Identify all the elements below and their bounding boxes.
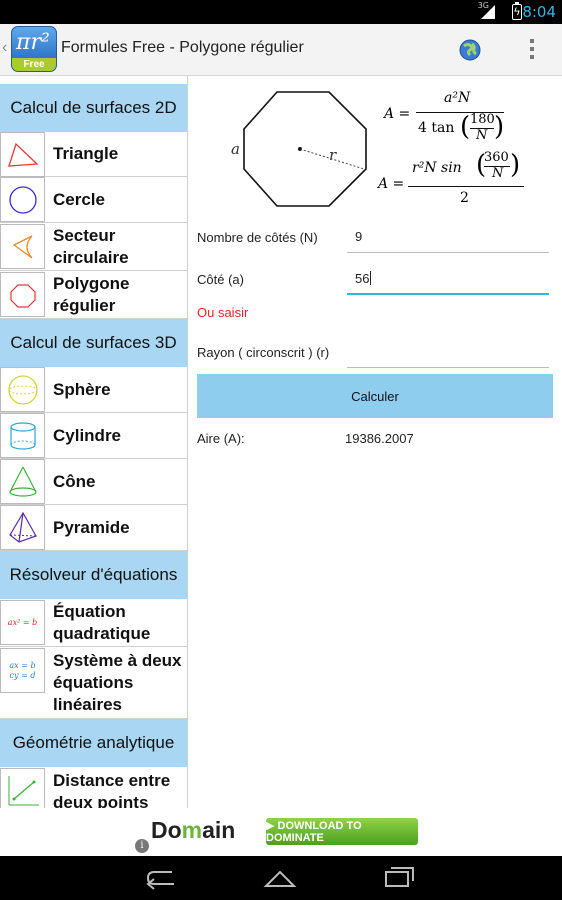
sidebar-item-cylindre[interactable]: Cylindre: [0, 413, 187, 459]
sides-input[interactable]: 9: [347, 223, 549, 253]
pi-r-squared-logo: πr²: [16, 30, 50, 55]
back-icon[interactable]: [144, 864, 180, 892]
sidebar-item-secteur-circulaire[interactable]: Secteur circulaire: [0, 223, 187, 271]
sides-row: Nombre de côtés (N) 9: [189, 219, 562, 259]
app-icon[interactable]: πr² Free: [11, 26, 57, 72]
section-header-equations: Résolveur d'équations: [0, 551, 187, 599]
sides-label: Nombre de côtés (N): [197, 230, 318, 245]
sidebar-item-label: Secteur circulaire: [53, 226, 129, 267]
linear-system-icon: ax = b cy = d: [0, 648, 45, 693]
formula-side: A = a²N 4 tan ( 180 N ): [384, 90, 505, 143]
sidebar-item-label: Triangle: [53, 144, 119, 163]
ad-logo: Domain: [151, 817, 236, 843]
main-panel: a r A = a²N 4 tan ( 180 N ) A = r²N sin …: [189, 76, 562, 808]
sidebar-item-label: Cercle: [53, 190, 105, 209]
side-input[interactable]: 56: [347, 265, 549, 295]
triangle-icon: [0, 132, 45, 177]
quadratic-equation-icon: ax² = b: [0, 600, 45, 645]
navigation-bar: [0, 856, 562, 900]
sidebar-item-pyramide[interactable]: Pyramide: [0, 505, 187, 551]
ad-info-icon[interactable]: i: [135, 839, 149, 853]
circle-icon: [0, 177, 45, 222]
sphere-icon: [0, 367, 45, 412]
overflow-menu-icon[interactable]: [524, 36, 540, 64]
signal-icon: [481, 5, 495, 19]
globe-icon[interactable]: [456, 36, 484, 64]
status-bar: 3G ϟ 8:04: [0, 0, 562, 24]
or-enter-label: Ou saisir: [197, 305, 249, 320]
sidebar-item-label: Polygone régulier: [53, 274, 130, 315]
sidebar-item-triangle[interactable]: Triangle: [0, 132, 187, 177]
radius-input[interactable]: [347, 338, 549, 368]
sidebar-item-label: Distance entre deux points: [53, 771, 171, 808]
battery-icon: ϟ: [512, 2, 522, 20]
octagon-diagram: [243, 91, 367, 207]
distance-graph-icon: [0, 768, 45, 808]
sidebar-item-label: Cône: [53, 472, 96, 491]
area-value: 19386.2007: [345, 431, 414, 446]
sidebar-item-label: Système à deux équations linéaires: [53, 651, 182, 714]
page-title: Formules Free - Polygone régulier: [61, 39, 304, 56]
ad-banner[interactable]: i Domain ▶ DOWNLOAD TO DOMINATE: [131, 809, 431, 856]
sidebar: Calcul de surfaces 2D Triangle Cercle Se…: [0, 76, 188, 808]
side-label: Côté (a): [197, 272, 244, 287]
free-badge: Free: [12, 58, 56, 71]
sector-icon: [0, 224, 45, 269]
recent-apps-icon[interactable]: [382, 864, 418, 892]
side-row: Côté (a) 56: [189, 261, 562, 301]
side-a-label: a: [231, 140, 240, 158]
sidebar-item-distance[interactable]: Distance entre deux points: [0, 767, 187, 808]
polygon-icon: [0, 272, 45, 317]
formula-radius: A = r²N sin ( 360 N ) 2: [378, 150, 558, 210]
calculate-button[interactable]: Calculer: [197, 374, 553, 418]
sidebar-item-polygone-regulier[interactable]: Polygone régulier: [0, 271, 187, 319]
sidebar-item-label: Cylindre: [53, 426, 122, 445]
cylinder-icon: [0, 413, 45, 458]
radius-row: Rayon ( circonscrit ) (r): [189, 334, 562, 374]
action-bar: ‹ πr² Free Formules Free - Polygone régu…: [0, 24, 562, 76]
cone-icon: [0, 459, 45, 504]
ad-download-button[interactable]: ▶ DOWNLOAD TO DOMINATE: [266, 818, 418, 845]
sidebar-item-label: Pyramide: [53, 518, 130, 537]
radius-label: Rayon ( circonscrit ) (r): [197, 345, 330, 360]
sidebar-item-systeme-equations[interactable]: ax = b cy = d Système à deux équations l…: [0, 647, 187, 719]
status-time: 8:04: [522, 3, 556, 21]
up-navigation-icon[interactable]: ‹: [2, 39, 7, 57]
pyramid-icon: [0, 505, 45, 550]
section-header-3d: Calcul de surfaces 3D: [0, 319, 187, 367]
section-header-geometry: Géométrie analytique: [0, 719, 187, 767]
house-icon: m: [181, 817, 203, 843]
sidebar-item-label: Sphère: [53, 380, 111, 399]
sidebar-item-equation-quadratique[interactable]: ax² = b Équation quadratique: [0, 599, 187, 647]
text-cursor: [370, 271, 372, 285]
radius-r-label: r: [329, 146, 337, 164]
sidebar-item-cercle[interactable]: Cercle: [0, 177, 187, 223]
home-icon[interactable]: [262, 864, 298, 892]
sidebar-item-cone[interactable]: Cône: [0, 459, 187, 505]
area-label: Aire (A):: [197, 431, 245, 446]
section-header-2d: Calcul de surfaces 2D: [0, 84, 187, 132]
formula-area: a r A = a²N 4 tan ( 180 N ) A = r²N sin …: [189, 76, 562, 211]
sidebar-item-label: Équation quadratique: [53, 602, 151, 643]
sidebar-item-sphere[interactable]: Sphère: [0, 367, 187, 413]
